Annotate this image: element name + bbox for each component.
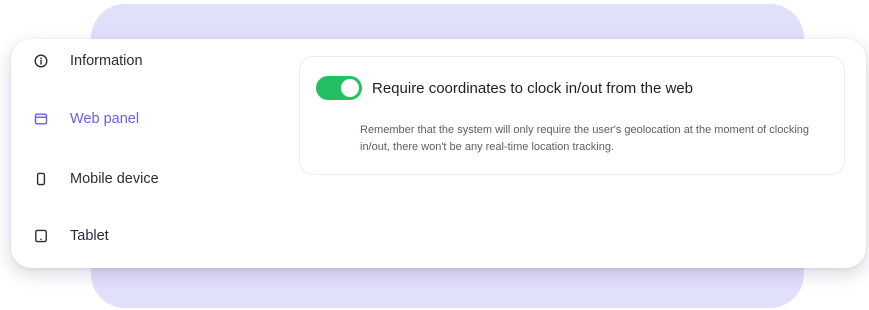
settings-sidebar: Information Web panel Mobile device Tabl… bbox=[11, 39, 271, 268]
toggle-knob bbox=[341, 79, 359, 97]
sidebar-item-mobile-device[interactable]: Mobile device bbox=[33, 167, 159, 191]
sidebar-item-label: Information bbox=[70, 53, 143, 69]
settings-card: Information Web panel Mobile device Tabl… bbox=[11, 39, 866, 268]
sidebar-item-label: Tablet bbox=[70, 228, 109, 244]
mobile-phone-icon bbox=[33, 171, 49, 187]
settings-screen: Information Web panel Mobile device Tabl… bbox=[0, 0, 869, 310]
info-circle-icon bbox=[33, 53, 49, 69]
geolocation-help-text: Remember that the system will only requi… bbox=[360, 124, 810, 153]
sidebar-item-label: Web panel bbox=[70, 111, 140, 127]
sidebar-item-web-panel[interactable]: Web panel bbox=[33, 107, 139, 131]
sidebar-item-information[interactable]: Information bbox=[33, 49, 143, 73]
geolocation-toggle-row: Require coordinates to clock in/out from… bbox=[316, 76, 693, 100]
sidebar-item-tablet[interactable]: Tablet bbox=[33, 224, 109, 248]
web-panel-settings: Require coordinates to clock in/out from… bbox=[299, 56, 845, 175]
geolocation-toggle[interactable] bbox=[316, 76, 362, 100]
geolocation-toggle-label: Require coordinates to clock in/out from… bbox=[372, 79, 693, 97]
sidebar-item-label: Mobile device bbox=[70, 171, 159, 187]
tablet-icon bbox=[33, 228, 49, 244]
browser-window-icon bbox=[33, 111, 49, 127]
